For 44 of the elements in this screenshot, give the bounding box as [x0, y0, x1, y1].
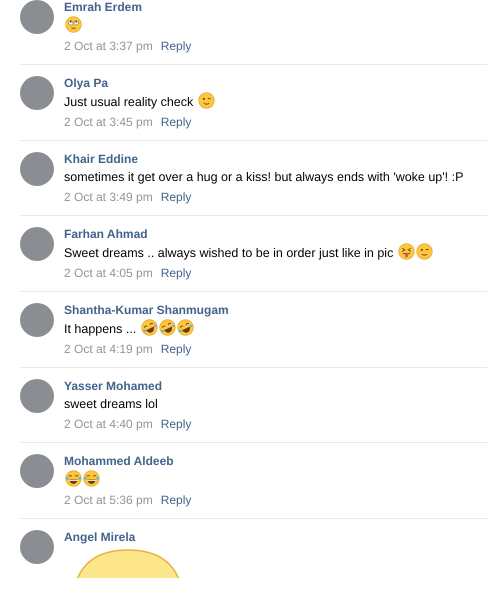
reply-link[interactable]: Reply	[160, 37, 192, 55]
author-name[interactable]: Mohammed Aldeeb	[64, 453, 192, 470]
winking-face-icon	[416, 243, 433, 260]
laughing-tears-face-icon	[65, 470, 82, 487]
author-name[interactable]: Angel Mirela	[64, 529, 192, 546]
comment-text: It happens ...	[64, 322, 136, 336]
author-name[interactable]: Khair Eddine	[64, 151, 464, 168]
comment-text: sometimes it get over a hug or a kiss! but always ends with 'woke up'! :P	[64, 170, 464, 184]
author-name[interactable]: Emrah Erdem	[64, 0, 192, 16]
comment-text: sweet dreams lol	[64, 397, 158, 411]
author-name[interactable]: Olya Pa	[64, 75, 215, 92]
comment-time: 2 Oct at 3:49 pm	[64, 189, 153, 206]
avatar[interactable]	[20, 303, 54, 337]
tongue-face-icon	[398, 243, 415, 260]
reply-link[interactable]: Reply	[160, 188, 192, 206]
avatar[interactable]	[20, 454, 54, 488]
reply-link[interactable]: Reply	[160, 415, 192, 433]
author-name[interactable]: Yasser Mohamed	[64, 378, 192, 395]
avatar[interactable]	[20, 76, 54, 110]
reply-link[interactable]: Reply	[160, 113, 192, 131]
author-name[interactable]: Farhan Ahmad	[64, 226, 433, 243]
avatar[interactable]	[20, 530, 54, 564]
winking-face-icon	[198, 92, 215, 109]
eye-roll-face-icon	[65, 16, 82, 33]
laughing-face-icon	[158, 319, 176, 336]
reply-link[interactable]: Reply	[160, 340, 192, 358]
reply-link[interactable]: Reply	[160, 264, 192, 282]
comment-time: 2 Oct at 3:45 pm	[64, 114, 153, 131]
avatar[interactable]	[20, 152, 54, 186]
laughing-face-icon	[176, 319, 194, 336]
comment-text: Sweet dreams .. always wished to be in order just like in pic	[64, 246, 394, 260]
comment-text: Just usual reality check	[64, 95, 194, 109]
avatar[interactable]	[20, 227, 54, 261]
reply-link[interactable]: Reply	[160, 491, 192, 509]
comment-time: 2 Oct at 4:19 pm	[64, 341, 153, 358]
avatar[interactable]	[20, 379, 54, 413]
comment-time: 2 Oct at 3:37 pm	[64, 38, 153, 55]
comment-time: 2 Oct at 5:36 pm	[64, 492, 153, 509]
comment-time: 2 Oct at 4:05 pm	[64, 265, 153, 282]
laughing-face-icon	[140, 319, 158, 336]
author-name[interactable]: Shantha-Kumar Shanmugam	[64, 302, 229, 319]
comment-time: 2 Oct at 4:40 pm	[64, 416, 153, 433]
avatar[interactable]	[20, 0, 54, 34]
laughing-tears-face-icon	[83, 470, 100, 487]
